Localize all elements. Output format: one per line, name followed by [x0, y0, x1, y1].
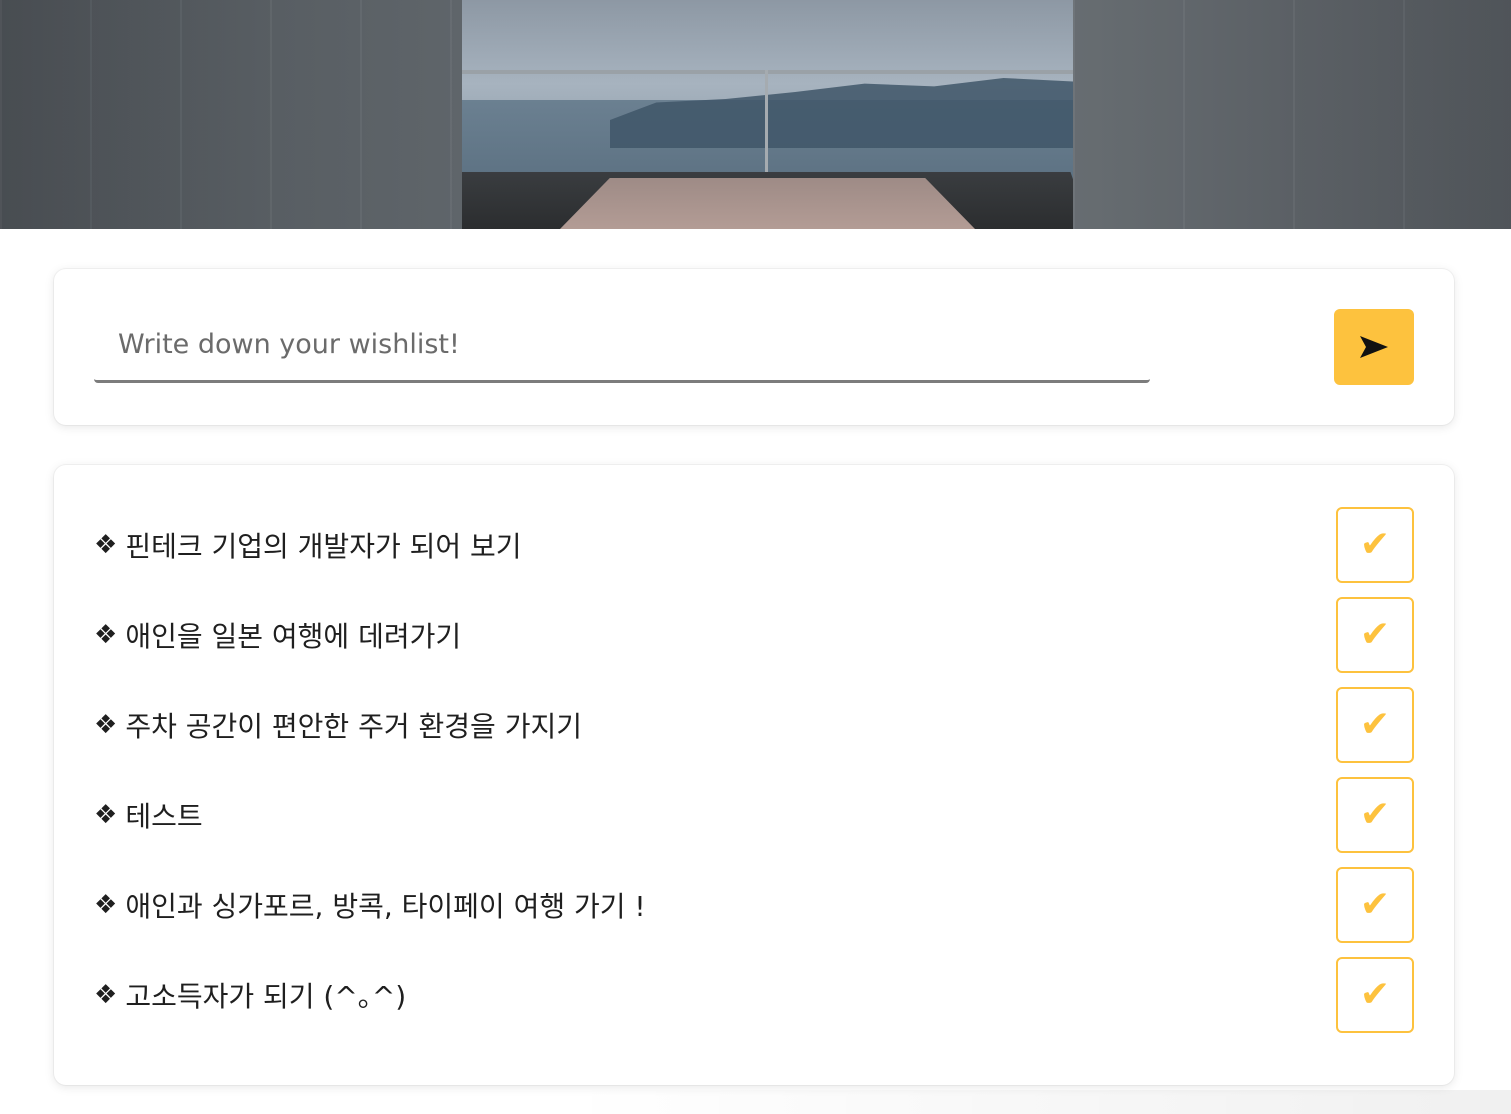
wishlist-item: ❖ 애인과 싱가포르, 방콕, 타이페이 여행 가기 ! ✔ — [94, 867, 1414, 943]
wishlist-item: ❖ 테스트 ✔ — [94, 777, 1414, 853]
diamond-bullet-icon: ❖ — [94, 530, 118, 560]
wishlist-item-text: 주차 공간이 편안한 주거 환경을 가지기 — [125, 710, 582, 743]
wishlist-input[interactable] — [94, 309, 1150, 383]
submit-wish-button[interactable] — [1334, 309, 1414, 385]
wishlist-item-text: 애인을 일본 여행에 데려가기 — [125, 620, 462, 653]
wishlist-item: ❖ 고소득자가 되기 (^｡^) ✔ — [94, 957, 1414, 1033]
complete-wish-button[interactable]: ✔ — [1336, 687, 1414, 763]
checkmark-icon: ✔ — [1359, 614, 1391, 655]
wishlist-item: ❖ 애인을 일본 여행에 데려가기 ✔ — [94, 597, 1414, 673]
wish-input-card — [54, 269, 1454, 425]
diamond-bullet-icon: ❖ — [94, 890, 118, 920]
hero-banner-image — [0, 0, 1511, 229]
complete-wish-button[interactable]: ✔ — [1336, 867, 1414, 943]
checkmark-icon: ✔ — [1359, 794, 1391, 835]
checkmark-icon: ✔ — [1359, 884, 1391, 925]
hero-wall-right — [1073, 0, 1511, 229]
checkmark-icon: ✔ — [1359, 704, 1391, 745]
checkmark-icon: ✔ — [1359, 974, 1391, 1015]
checkmark-icon: ✔ — [1359, 524, 1391, 565]
hero-floor-center — [560, 178, 975, 229]
diamond-bullet-icon: ❖ — [94, 800, 118, 830]
wishlist-card: ❖ 핀테크 기업의 개발자가 되어 보기 ✔ ❖ 애인을 일본 여행에 데려가기… — [54, 465, 1454, 1085]
complete-wish-button[interactable]: ✔ — [1336, 957, 1414, 1033]
complete-wish-button[interactable]: ✔ — [1336, 597, 1414, 673]
hero-wall-left — [0, 0, 462, 229]
wishlist-item: ❖ 핀테크 기업의 개발자가 되어 보기 ✔ — [94, 507, 1414, 583]
wishlist-item: ❖ 주차 공간이 편안한 주거 환경을 가지기 ✔ — [94, 687, 1414, 763]
wishlist-item-text: 애인과 싱가포르, 방콕, 타이페이 여행 가기 ! — [125, 890, 646, 923]
complete-wish-button[interactable]: ✔ — [1336, 777, 1414, 853]
send-arrow-icon — [1359, 334, 1389, 360]
wishlist-item-text: 고소득자가 되기 (^｡^) — [125, 980, 407, 1013]
diamond-bullet-icon: ❖ — [94, 620, 118, 650]
wishlist-item-text: 핀테크 기업의 개발자가 되어 보기 — [125, 530, 522, 563]
diamond-bullet-icon: ❖ — [94, 980, 118, 1010]
wishlist: ❖ 핀테크 기업의 개발자가 되어 보기 ✔ ❖ 애인을 일본 여행에 데려가기… — [94, 507, 1414, 1033]
complete-wish-button[interactable]: ✔ — [1336, 507, 1414, 583]
wishlist-item-text: 테스트 — [125, 800, 203, 833]
page-bottom-shadow — [560, 1090, 1511, 1114]
diamond-bullet-icon: ❖ — [94, 710, 118, 740]
